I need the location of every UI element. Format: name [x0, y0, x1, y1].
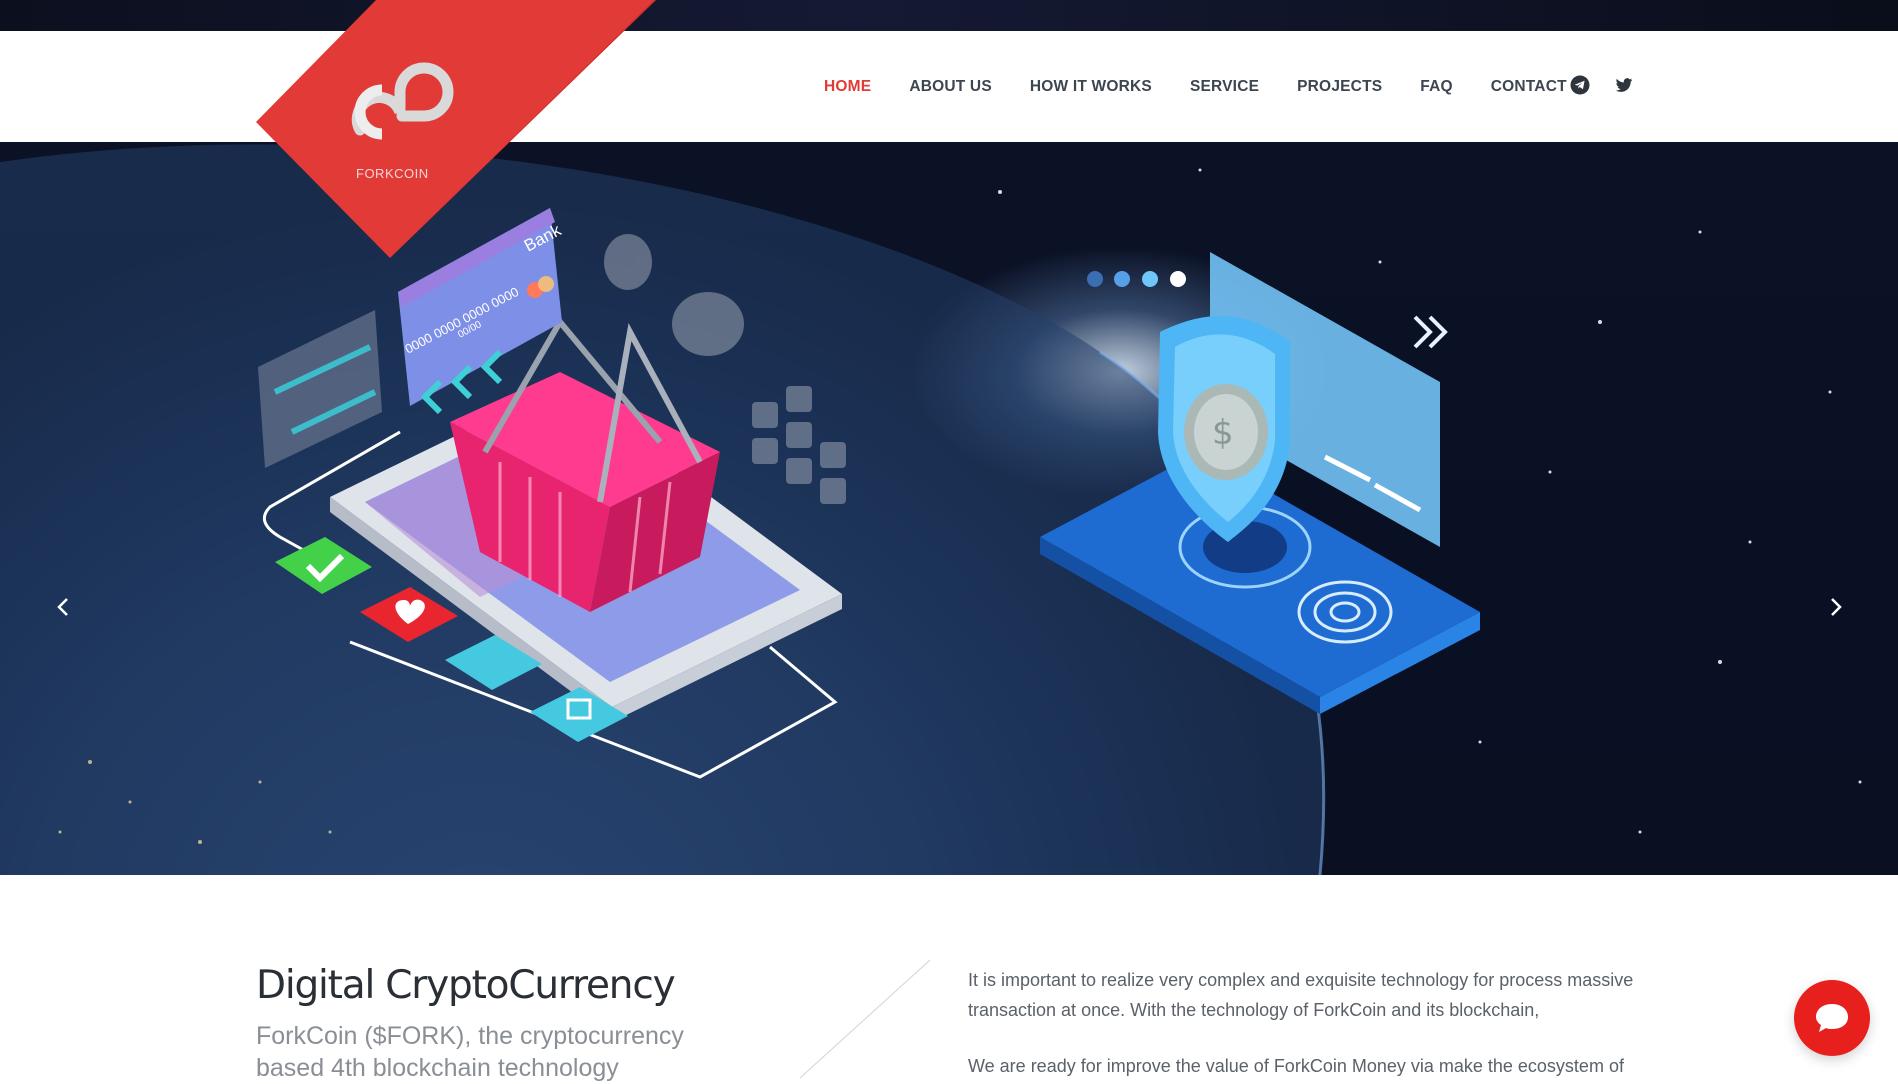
nav-how-it-works[interactable]: HOW IT WORKS — [1030, 78, 1152, 96]
nav-projects[interactable]: PROJECTS — [1297, 78, 1382, 96]
forkcoin-logo[interactable] — [256, 0, 656, 262]
nav-service[interactable]: SERVICE — [1190, 78, 1259, 96]
nav-home[interactable]: HOME — [824, 78, 871, 96]
social-links — [1570, 75, 1634, 95]
chat-button[interactable] — [1794, 980, 1870, 1056]
chat-bubble-icon — [1816, 1004, 1848, 1032]
main-nav: HOME ABOUT US HOW IT WORKS SERVICE PROJE… — [824, 31, 1605, 142]
nav-contact[interactable]: CONTACT — [1491, 78, 1567, 96]
logo-wordmark: FORKCOIN — [356, 166, 429, 181]
section-heading: Digital CryptoCurrency — [256, 963, 676, 1008]
intro-paragraph-2: We are ready for improve the value of Fo… — [968, 1056, 1624, 1076]
svg-text:$: $ — [1212, 413, 1234, 453]
intro-paragraph-1: It is important to realize very complex … — [968, 970, 1634, 1020]
chevron-right-icon[interactable] — [1821, 592, 1851, 622]
nav-faq[interactable]: FAQ — [1420, 78, 1452, 96]
nav-about-us[interactable]: ABOUT US — [909, 78, 992, 96]
diagonal-divider — [799, 960, 931, 1078]
telegram-icon[interactable] — [1570, 75, 1590, 95]
chevron-left-icon[interactable] — [48, 592, 78, 622]
twitter-icon[interactable] — [1614, 75, 1634, 95]
section-subheading: ForkCoin ($FORK), the cryptocurrency bas… — [256, 1022, 684, 1082]
